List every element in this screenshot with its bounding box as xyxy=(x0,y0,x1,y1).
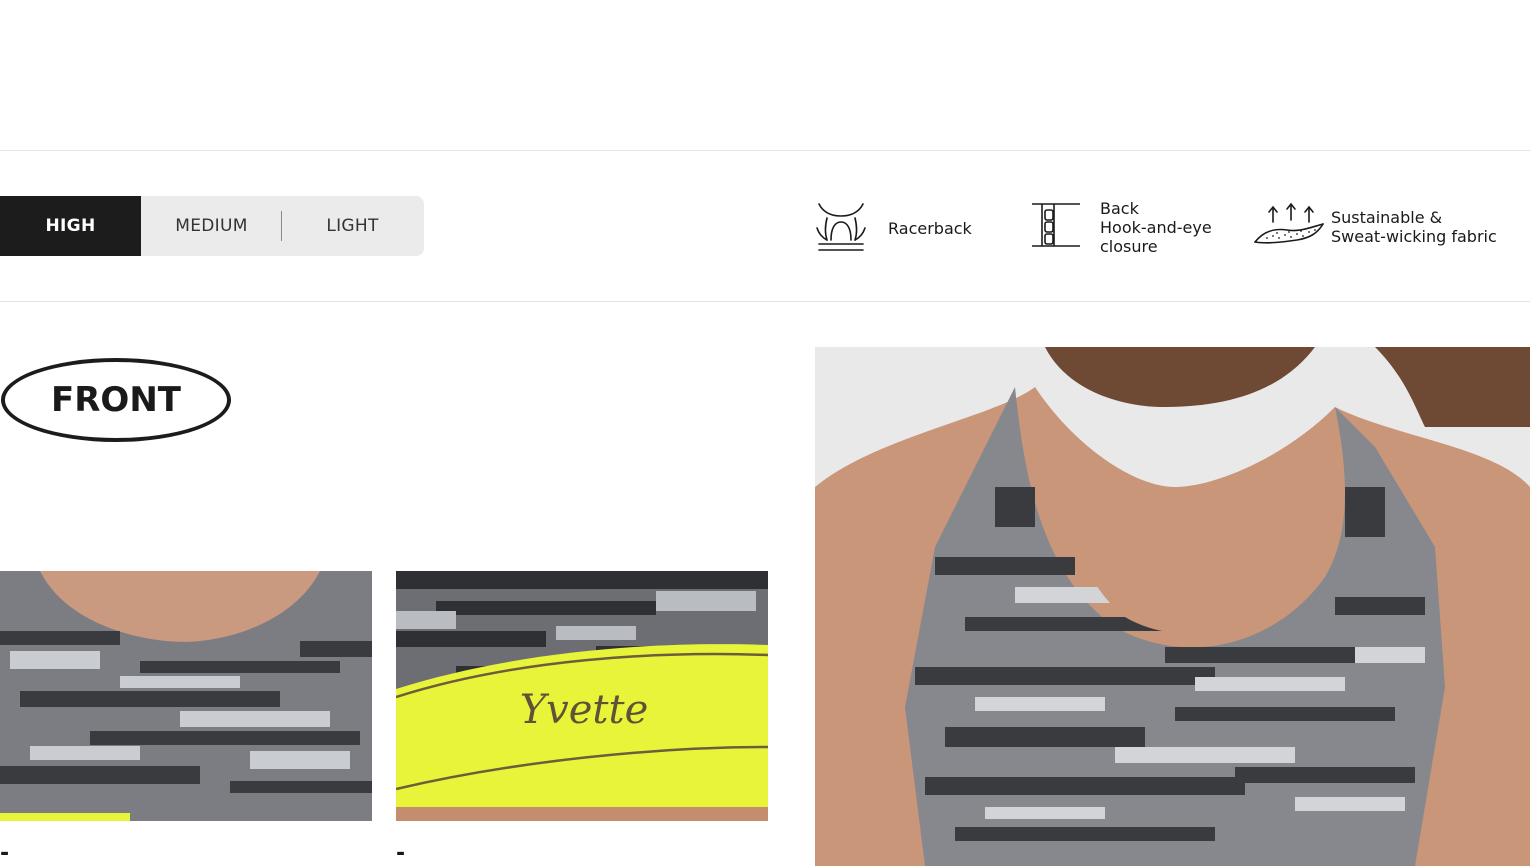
support-level-selector: HIGH MEDIUM LIGHT xyxy=(0,196,424,256)
feature-hook-and-eye-label: Back Hook-and-eye closure xyxy=(1100,199,1212,256)
band-detail-caption: - xyxy=(396,841,406,866)
hook-and-eye-icon xyxy=(1028,198,1084,257)
support-level-medium-tab[interactable]: MEDIUM xyxy=(141,196,282,256)
front-detail-photo[interactable] xyxy=(0,571,372,821)
band-detail-photo[interactable]: Yvette xyxy=(396,571,768,821)
bottom-divider xyxy=(0,301,1530,302)
main-product-photo[interactable] xyxy=(815,347,1530,866)
feature-sweat-wicking-label: Sustainable & Sweat-wicking fabric xyxy=(1331,207,1497,246)
feature-racerback: Racerback xyxy=(813,198,972,259)
front-detail-caption: - xyxy=(0,841,10,866)
racerback-icon xyxy=(813,198,870,259)
support-level-high-tab[interactable]: HIGH xyxy=(0,196,141,256)
support-level-light-tab[interactable]: LIGHT xyxy=(282,196,423,256)
feature-racerback-label: Racerback xyxy=(888,219,972,238)
sweat-wicking-fabric-icon xyxy=(1253,202,1325,251)
front-view-badge: FRONT xyxy=(1,358,231,442)
yvette-brand-logo: Yvette xyxy=(520,687,649,733)
feature-hook-and-eye: Back Hook-and-eye closure xyxy=(1028,198,1212,257)
feature-sweat-wicking: Sustainable & Sweat-wicking fabric xyxy=(1253,202,1497,251)
top-divider xyxy=(0,150,1530,151)
